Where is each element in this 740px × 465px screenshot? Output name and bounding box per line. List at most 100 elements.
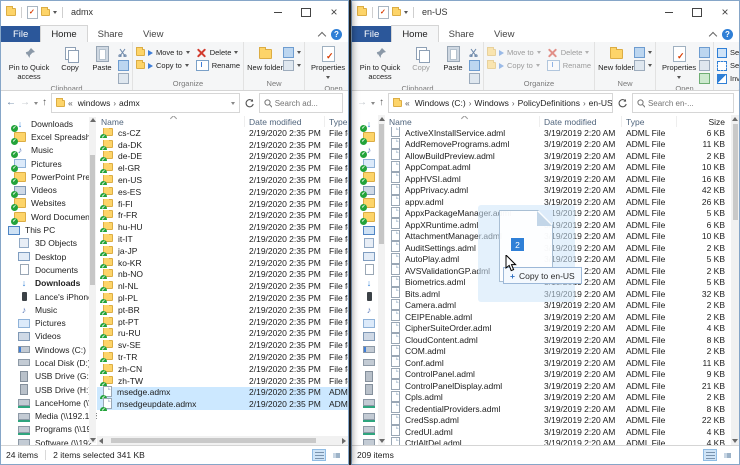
search-box[interactable] (259, 93, 343, 113)
sidebar-item-software-192[interactable]: Software (\\192. (1, 436, 97, 445)
search-input[interactable] (274, 98, 338, 108)
qat-customize-icon[interactable] (404, 10, 408, 14)
sidebar-scrollbar[interactable] (378, 115, 385, 445)
qat-customize-icon[interactable] (53, 10, 57, 14)
close-button[interactable]: × (711, 1, 739, 23)
new-folder-qat-icon[interactable] (41, 6, 50, 16)
file-row-ru-ru[interactable]: ✓ ru-RU 2/19/2020 2:35 PM File folder (97, 328, 348, 340)
up-button[interactable]: ↑ (379, 98, 384, 108)
open-button[interactable] (699, 47, 711, 58)
sidebar-scrollbar[interactable] (89, 117, 96, 443)
properties-qat-icon[interactable] (378, 5, 389, 19)
sidebar-item-pictures[interactable]: ✓ Pictures (1, 157, 97, 172)
delete-button[interactable]: Delete (196, 47, 240, 58)
breadcrumb-item-en-us[interactable]: en-US (587, 98, 612, 108)
file-row-hu-hu[interactable]: ✓ hu-HU 2/19/2020 2:35 PM File folder (97, 221, 348, 233)
sidebar-item-music[interactable]: Music (1, 303, 97, 316)
file-row-nl-nl[interactable]: ✓ nl-NL 2/19/2020 2:35 PM File folder (97, 280, 348, 292)
file-row-ctrlaltdel-adml[interactable]: CtrlAltDel.adml 3/19/2019 2:20 AM ADML Fil… (385, 436, 731, 445)
scrollbar-thumb[interactable] (111, 438, 316, 443)
invert-selection-button[interactable]: Invert selection (717, 73, 739, 84)
file-row-fr-fr[interactable]: ✓ fr-FR 2/19/2020 2:35 PM File folder (97, 210, 348, 222)
refresh-icon[interactable] (617, 98, 628, 109)
sidebar-item-clipped[interactable] (352, 436, 378, 445)
new-folder-button[interactable]: New folder (598, 44, 634, 73)
move-to-button[interactable]: Move to (487, 47, 541, 58)
file-row-tr-tr[interactable]: ✓ tr-TR 2/19/2020 2:35 PM File folder (97, 351, 348, 363)
search-input[interactable] (647, 98, 729, 108)
file-row-en-us[interactable]: ✓ en-US 2/19/2020 2:35 PM File folder (97, 174, 348, 186)
collapse-ribbon-icon[interactable] (317, 31, 327, 41)
scroll-down-icon[interactable] (378, 439, 385, 443)
tab-view[interactable]: View (484, 26, 524, 42)
sidebar-item-clipped[interactable]: ✓ (352, 157, 378, 172)
up-button[interactable]: ↑ (42, 98, 47, 108)
horizontal-scrollbar[interactable] (97, 436, 348, 445)
copy-button[interactable]: Copy (405, 44, 437, 73)
forward-button[interactable]: → (357, 98, 367, 108)
breadcrumb-item-windows[interactable]: Windows (472, 98, 510, 108)
address-bar[interactable]: «windows › admx (51, 93, 240, 113)
copy-path-button[interactable] (469, 60, 480, 71)
sidebar-item-desktop[interactable]: Desktop (1, 250, 97, 263)
sidebar-item-excel-spreadshe[interactable]: ✓ Excel Spreadshe (1, 130, 97, 145)
scroll-down-icon[interactable] (90, 438, 96, 442)
column-name[interactable]: Name (385, 116, 540, 127)
sidebar-item-usb-drive-g[interactable]: USB Drive (G:) (1, 370, 97, 383)
vertical-scrollbar[interactable] (731, 115, 739, 445)
sidebar-item-music[interactable]: ✓ Music (1, 144, 97, 159)
breadcrumb-item-policydefinitions[interactable]: PolicyDefinitions (516, 98, 582, 108)
sidebar-item-clipped[interactable] (352, 263, 378, 276)
file-row-it-it[interactable]: ✓ it-IT 2/19/2020 2:35 PM File folder (97, 233, 348, 245)
sidebar-item-videos[interactable]: ✓ Videos (1, 183, 97, 199)
file-row-fi-fi[interactable]: ✓ fi-FI 2/19/2020 2:35 PM File folder (97, 198, 348, 210)
recent-locations-icon[interactable] (34, 101, 38, 105)
back-button[interactable]: ← (6, 98, 16, 108)
refresh-icon[interactable] (244, 98, 255, 109)
column-name[interactable]: Name (97, 116, 245, 127)
sidebar-item-clipped[interactable] (352, 316, 378, 329)
breadcrumb-item-windows[interactable]: windows (76, 98, 113, 108)
file-row-zh-tw[interactable]: ✓zh-TW2/19/2020 2:35 PMFile folder (97, 375, 348, 387)
scrollbar-thumb[interactable] (732, 124, 738, 220)
sidebar-item-clipped[interactable] (352, 383, 378, 396)
details-view-icon[interactable] (312, 449, 326, 461)
column-date-modified[interactable]: Date modified (540, 116, 622, 127)
address-dropdown-icon[interactable] (231, 101, 235, 105)
sidebar-item-clipped[interactable]: ✓ (352, 117, 378, 132)
breadcrumb-overflow-icon[interactable]: « (405, 98, 410, 108)
sidebar-item-programs-192[interactable]: Programs (\\192 (1, 423, 97, 436)
copy-to-button[interactable]: Copy to (487, 60, 541, 71)
sidebar-item-videos[interactable]: Videos (1, 330, 97, 343)
sidebar-item-websites[interactable]: ✓ Websites (1, 197, 97, 212)
column-type[interactable]: Type (622, 116, 677, 127)
file-row-msedge-admx[interactable]: ✓msedge.admx2/19/2020 2:35 PMADMX File (97, 385, 348, 399)
copy-path-button[interactable] (118, 60, 129, 71)
file-row-es-es[interactable]: ✓ es-ES 2/19/2020 2:35 PM File folder (97, 186, 348, 198)
file-row-cs-cz[interactable]: ✓ cs-CZ 2/19/2020 2:35 PM File folder (97, 127, 348, 139)
sidebar-item-downloads[interactable]: Downloads (1, 277, 97, 290)
properties-button[interactable]: Properties (659, 44, 699, 81)
close-button[interactable]: × (320, 1, 348, 23)
sidebar-item-media-192-168[interactable]: Media (\\192.168 (1, 410, 97, 423)
file-row-nb-no[interactable]: ✓ nb-NO 2/19/2020 2:35 PM File folder (97, 269, 348, 281)
help-icon[interactable]: ? (331, 29, 342, 40)
sidebar-item-usb-drive-h[interactable]: USB Drive (H:) (1, 383, 97, 396)
column-date-modified[interactable]: Date modified (245, 116, 325, 127)
select-all-button[interactable]: Select all (717, 47, 739, 58)
new-folder-button[interactable]: New folder (247, 44, 283, 73)
properties-qat-icon[interactable] (27, 5, 38, 19)
rename-button[interactable]: Rename (195, 60, 240, 71)
file-row-ko-kr[interactable]: ✓ ko-KR 2/19/2020 2:35 PM File folder (97, 257, 348, 269)
sidebar-item-clipped[interactable] (352, 410, 378, 423)
sidebar-item-clipped[interactable]: ✓ (352, 197, 378, 212)
sidebar-item-clipped[interactable] (352, 277, 378, 290)
file-row-ja-jp[interactable]: ✓ ja-JP 2/19/2020 2:35 PM File folder (97, 245, 348, 257)
tab-file[interactable]: File (352, 26, 392, 42)
copy-button[interactable]: Copy (54, 44, 86, 73)
paste-button[interactable]: Paste (86, 44, 118, 73)
sidebar-item-this-pc[interactable]: This PC (1, 223, 97, 236)
address-bar[interactable]: «Windows (C:) › Windows › PolicyDefinitions ›… (388, 93, 613, 113)
sidebar-item-clipped[interactable] (352, 250, 378, 263)
select-none-button[interactable]: Select none (717, 60, 739, 71)
